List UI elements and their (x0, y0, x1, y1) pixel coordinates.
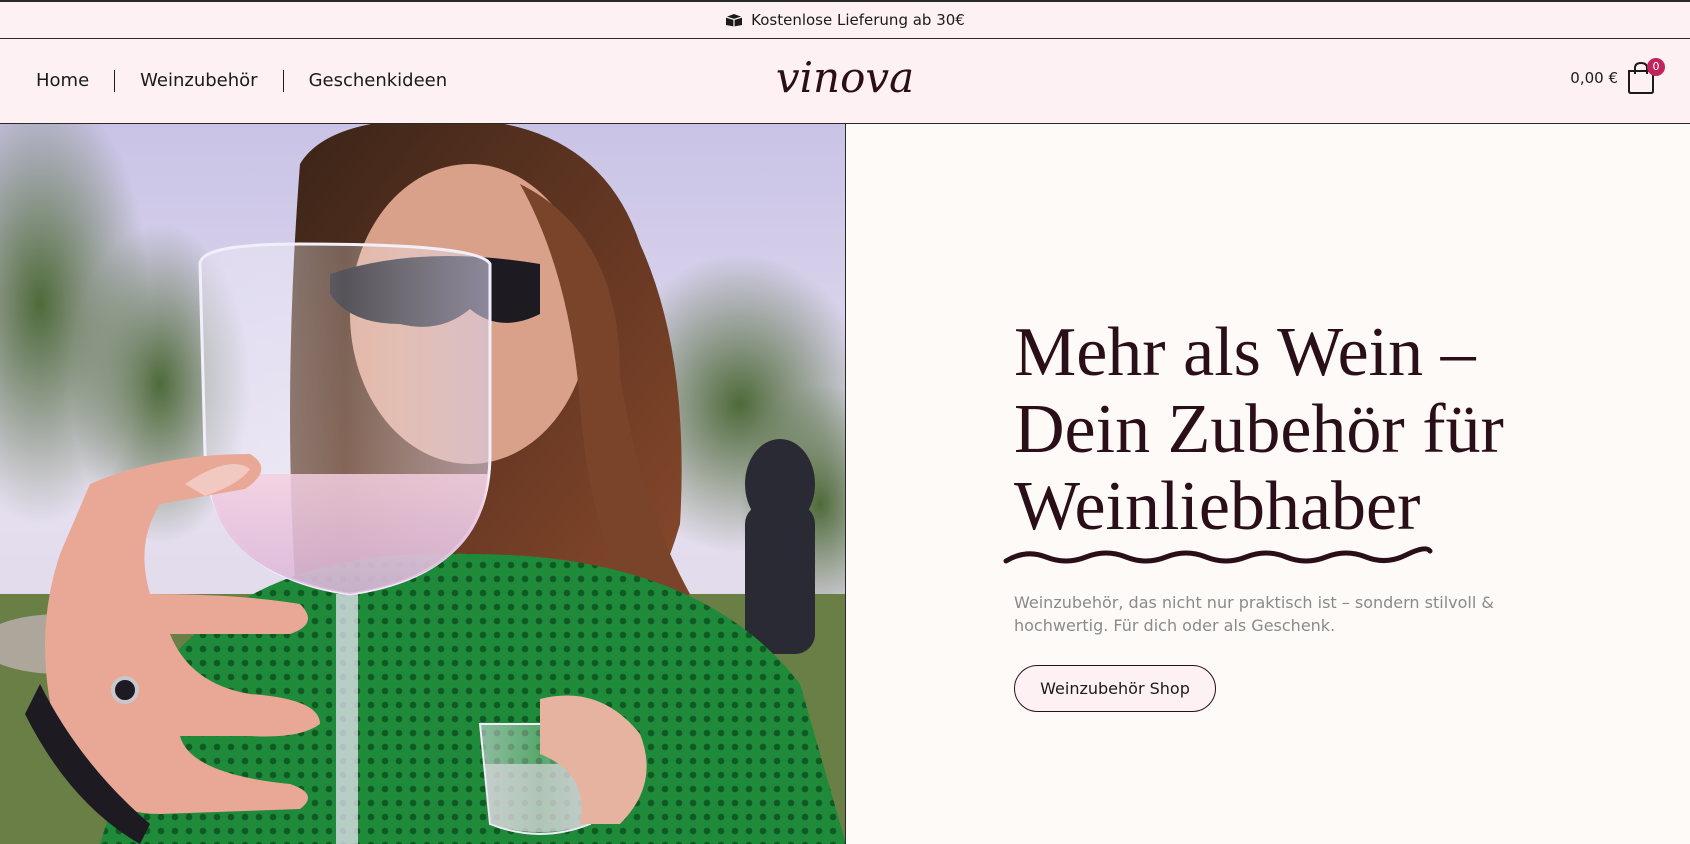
squiggle-underline (1003, 546, 1433, 564)
announcement-text: Kostenlose Lieferung ab 30€ (751, 11, 965, 29)
hero-section: Mehr als Wein – Dein Zubehör für Weinlie… (846, 124, 1690, 844)
nav-item-geschenkideen[interactable]: Geschenkideen (282, 70, 473, 92)
hero-image (0, 124, 846, 844)
hero-title-line-2: Dein Zubehör für (1014, 391, 1504, 468)
nav-item-weinzubehoer[interactable]: Weinzubehör (114, 70, 282, 92)
cart-price: 0,00 € (1570, 69, 1618, 87)
box-icon (725, 13, 743, 27)
announcement-bar: Kostenlose Lieferung ab 30€ (0, 0, 1690, 39)
shop-button[interactable]: Weinzubehör Shop (1014, 665, 1216, 712)
site-header: Home Weinzubehör Geschenkideen vinova 0,… (0, 39, 1690, 124)
hero-title: Mehr als Wein – Dein Zubehör für Weinlie… (1014, 314, 1534, 545)
cart-count-badge: 0 (1647, 58, 1665, 76)
hero-title-line-3: Weinliebhaber (1014, 468, 1421, 545)
hero-title-line-1: Mehr als Wein – (1014, 314, 1476, 391)
nav-item-home[interactable]: Home (36, 70, 114, 92)
shopping-bag-icon[interactable]: 0 (1626, 58, 1665, 95)
logo[interactable]: vinova (776, 53, 914, 102)
cart-button[interactable]: 0,00 € 0 (1570, 58, 1665, 95)
main-nav: Home Weinzubehör Geschenkideen (36, 39, 472, 123)
hero-subtitle: Weinzubehör, das nicht nur praktisch ist… (1014, 593, 1494, 635)
